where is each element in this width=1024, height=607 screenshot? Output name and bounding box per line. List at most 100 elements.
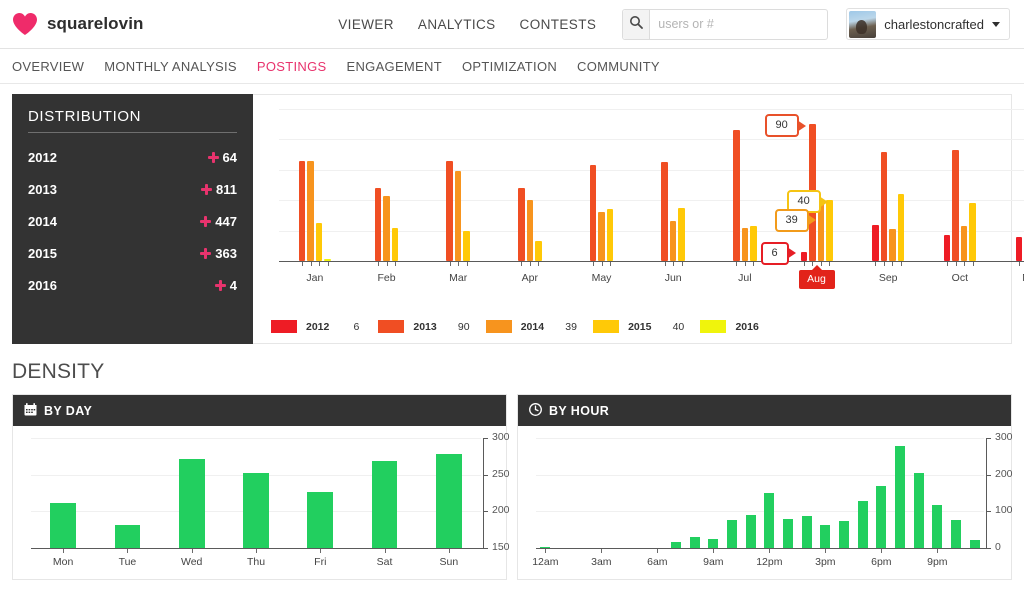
chart-gridline [279, 200, 1024, 201]
legend-item-2013[interactable]: 2013 [378, 320, 436, 333]
subnav-item-community[interactable]: COMMUNITY [577, 59, 660, 74]
y-axis-label: 200 [492, 504, 510, 516]
chart-gridline [279, 139, 1024, 140]
tooltip-pointer [797, 120, 806, 132]
x-axis-tick [602, 262, 603, 266]
legend-item-2012[interactable]: 2012 [271, 320, 329, 333]
tooltip-2014: 39 [775, 209, 809, 232]
distribution-value: 4 [230, 278, 237, 293]
x-axis-label-Feb: Feb [365, 272, 409, 284]
x-axis-label-Fri: Fri [298, 556, 342, 568]
x-axis-tick [947, 262, 948, 266]
subnav-item-optimization[interactable]: OPTIMIZATION [462, 59, 557, 74]
avatar [849, 11, 876, 38]
bar-10am [727, 520, 737, 548]
bar-Fri [307, 492, 333, 548]
x-axis-label-6pm: 6pm [859, 556, 903, 568]
bar-2014-Mar [455, 171, 462, 261]
x-axis-tick [319, 262, 320, 266]
subnav-item-engagement[interactable]: ENGAGEMENT [347, 59, 442, 74]
month-chart-plot: 020406080100JanFebMarAprMayJunJulAugSepO… [279, 109, 1024, 261]
bar-2012-Oct [944, 235, 951, 261]
bar-2013-Feb [375, 188, 382, 261]
bar-2015-Aug [826, 200, 833, 261]
x-axis-line [31, 548, 483, 549]
legend-item-2014[interactable]: 2014 [486, 320, 544, 333]
subnav-item-postings[interactable]: POSTINGS [257, 59, 327, 74]
search-input[interactable] [650, 10, 827, 39]
x-axis-tick [973, 262, 974, 266]
bar-2013-Jun [661, 162, 668, 261]
month-chart-legend: 201262013902014392015402016 [271, 320, 808, 333]
legend-label-2013: 2013 [413, 321, 436, 333]
y-axis-label: 100 [995, 504, 1013, 516]
x-axis-tick [545, 549, 546, 553]
bar-2013-Mar [446, 161, 453, 261]
tooltip-value: 39 [786, 214, 798, 226]
bar-2014-Oct [961, 226, 968, 261]
plus-icon [208, 152, 219, 163]
distribution-row-2016: 2016 4 [28, 278, 237, 293]
x-axis-label-Jan: Jan [293, 272, 337, 284]
x-axis-label-May: May [580, 272, 624, 284]
bar-2012-Aug [801, 252, 808, 261]
search-button[interactable] [623, 10, 650, 39]
y-axis-label: 300 [492, 431, 510, 443]
x-axis-tick [385, 549, 386, 553]
bar-2015-Apr [535, 241, 542, 261]
subnav-item-overview[interactable]: OVERVIEW [12, 59, 84, 74]
bar-12pm [764, 493, 774, 548]
plus-icon [200, 248, 211, 259]
bar-Wed [179, 459, 205, 548]
bar-2014-Jun [670, 221, 677, 261]
brand-logo[interactable]: squarelovin [12, 12, 144, 36]
x-axis-tick [964, 262, 965, 266]
legend-item-2015[interactable]: 2015 [593, 320, 651, 333]
bar-Sun [436, 454, 462, 548]
clock-icon [529, 403, 542, 419]
by-day-plot: 150200250300MonTueWedThuFriSatSun [13, 426, 506, 581]
bar-2015-Oct [969, 203, 976, 261]
legend-label-2012: 2012 [306, 321, 329, 333]
legend-item-2016[interactable]: 2016 [700, 320, 758, 333]
x-axis-label-highlight[interactable]: Aug [799, 270, 835, 289]
x-axis-tick [395, 262, 396, 266]
x-axis-tick [673, 262, 674, 266]
x-axis-label-6am: 6am [635, 556, 679, 568]
bar-2014-Sep [889, 229, 896, 261]
by-day-header: BY DAY [13, 395, 506, 426]
nav-item-analytics[interactable]: ANALYTICS [418, 17, 496, 32]
by-hour-title: BY HOUR [549, 404, 609, 418]
by-hour-plot: 010020030012am3am6am9am12pm3pm6pm9pm [518, 426, 1011, 581]
subnav-item-monthly-analysis[interactable]: MONTHLY ANALYSIS [104, 59, 237, 74]
x-axis-label-12am: 12am [523, 556, 567, 568]
tooltip-pointer [787, 247, 796, 259]
bar-11am [746, 515, 756, 548]
nav-item-viewer[interactable]: VIEWER [338, 17, 394, 32]
density-charts-row: BY DAY 150200250300MonTueWedThuFriSatSun… [0, 394, 1024, 580]
x-axis-tick [601, 549, 602, 553]
bar-11pm [970, 540, 980, 548]
chart-gridline [279, 109, 1024, 110]
user-name: charlestoncrafted [884, 17, 984, 32]
bar-4pm [839, 521, 849, 548]
search-box [622, 9, 828, 40]
bar-5pm [858, 501, 868, 548]
bar-1pm [783, 519, 793, 548]
x-axis-tick [753, 262, 754, 266]
legend-label-2014: 2014 [521, 321, 544, 333]
nav-item-contests[interactable]: CONTESTS [520, 17, 597, 32]
bar-2012-Sep [872, 225, 879, 261]
distribution-value-wrap: 64 [208, 150, 237, 165]
distribution-year: 2013 [28, 182, 57, 197]
postings-section: DISTRIBUTION 2012 64 2013 811 2014 447 2… [0, 84, 1024, 344]
x-axis-tick [901, 262, 902, 266]
user-menu[interactable]: charlestoncrafted [846, 8, 1010, 40]
legend-swatch-2012 [271, 320, 297, 333]
x-axis-tick [937, 549, 938, 553]
y-axis-tick [986, 548, 991, 549]
by-hour-header: BY HOUR [518, 395, 1011, 426]
x-axis-tick [328, 262, 329, 266]
x-axis-tick [713, 549, 714, 553]
density-heading: DENSITY [12, 360, 1024, 384]
